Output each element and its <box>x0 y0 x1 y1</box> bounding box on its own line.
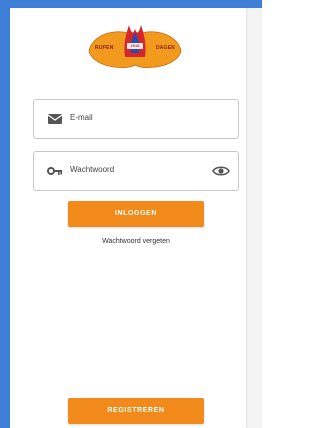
forgot-password-link[interactable]: Wachtwoord vergeten <box>68 238 204 245</box>
window-frame-top <box>0 0 262 8</box>
logo-left-text: RUPEN <box>95 45 114 51</box>
register-button[interactable]: REGISTREREN <box>68 398 204 424</box>
app-logo: RUPEN DAGEN 2018 <box>85 13 185 75</box>
login-button[interactable]: INLOGGEN <box>68 201 204 227</box>
password-placeholder: Wachtwoord <box>70 165 115 174</box>
side-gutter <box>246 8 262 428</box>
eye-icon[interactable] <box>212 163 230 179</box>
logo-center-text: 2018 <box>130 43 140 48</box>
password-field[interactable]: Wachtwoord <box>33 151 239 191</box>
email-field[interactable]: E-mail <box>33 99 239 139</box>
logo-right-text: DAGEN <box>155 45 175 51</box>
envelope-icon <box>47 114 63 124</box>
app-screen: RUPEN DAGEN 2018 E-mail Wachtwoord INLOG… <box>0 0 262 428</box>
window-frame-left <box>0 0 10 428</box>
email-placeholder: E-mail <box>70 113 93 122</box>
key-icon <box>47 167 62 175</box>
